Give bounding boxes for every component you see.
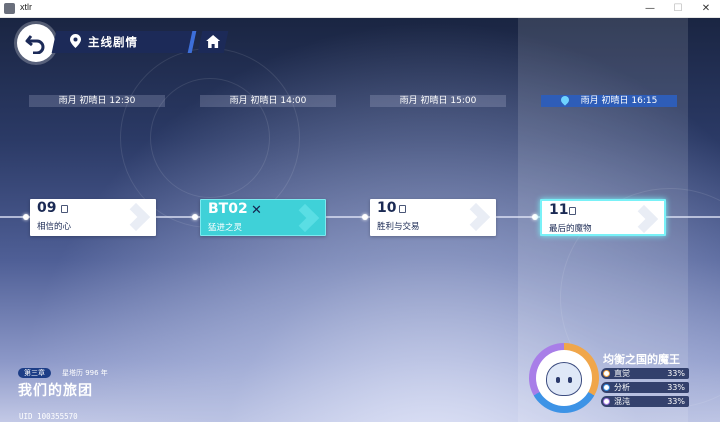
stage-name: 胜利与交易 xyxy=(377,222,420,232)
window-title: xtlr xyxy=(20,2,32,12)
stat-row-chaos: 混沌 33% xyxy=(601,396,689,407)
stage-number: BT02 xyxy=(208,201,248,217)
timeline-node xyxy=(532,214,538,220)
document-icon xyxy=(569,207,576,215)
chaos-icon xyxy=(603,398,610,405)
intuition-icon xyxy=(603,370,610,377)
minimize-button[interactable]: — xyxy=(636,0,664,18)
stage-card-09[interactable]: 09 相信的心 xyxy=(30,199,156,236)
home-button[interactable] xyxy=(197,31,229,53)
chevron-decoration xyxy=(290,203,320,233)
timeline-node xyxy=(362,214,368,220)
time-label-current: 雨月 初晴日 16:15 xyxy=(541,94,677,107)
chapter-year: 星塔历 996 年 xyxy=(62,369,108,377)
avatar-portrait xyxy=(536,350,592,406)
chapter-title: 我们的旅团 xyxy=(18,383,93,399)
character-face xyxy=(546,362,582,396)
stage-card-10[interactable]: 10 胜利与交易 xyxy=(370,199,496,236)
time-label: 雨月 初晴日 14:00 xyxy=(200,95,336,107)
stat-label: 直觉 xyxy=(614,369,630,378)
location-pin-icon xyxy=(70,34,81,48)
stage-name: 相信的心 xyxy=(37,222,72,232)
page-title: 主线剧情 xyxy=(88,35,138,49)
stat-value: 33% xyxy=(667,383,685,392)
analysis-icon xyxy=(603,384,610,391)
stat-label: 分析 xyxy=(614,383,630,392)
window-titlebar: xtlr — ☐ ✕ xyxy=(0,0,720,18)
eye xyxy=(568,377,572,383)
home-icon xyxy=(206,35,221,48)
chevron-decoration xyxy=(629,204,659,234)
battle-crossed-swords-icon: ✕ xyxy=(251,203,262,218)
chevron-decoration xyxy=(461,202,491,232)
stage-number: 09 xyxy=(37,200,57,216)
eye xyxy=(556,377,560,383)
chevron-decoration xyxy=(121,202,151,232)
stat-value: 33% xyxy=(667,397,685,406)
maximize-button[interactable]: ☐ xyxy=(664,0,692,18)
document-icon xyxy=(399,205,406,213)
timeline-node xyxy=(23,214,29,220)
stage-name: 最后的魔物 xyxy=(549,224,592,234)
story-map: 主线剧情 雨月 初晴日 12:30 雨月 初晴日 14:00 雨月 初晴日 15… xyxy=(0,18,720,422)
time-label: 雨月 初晴日 15:00 xyxy=(370,95,506,107)
back-arrow-icon xyxy=(25,35,45,54)
stat-label: 混沌 xyxy=(614,397,630,406)
document-icon xyxy=(61,205,68,213)
time-label: 雨月 初晴日 12:30 xyxy=(29,95,165,107)
stage-card-11[interactable]: 11 最后的魔物 xyxy=(540,199,666,236)
location-pin-icon xyxy=(558,94,571,106)
back-button[interactable] xyxy=(17,24,55,62)
boss-name: 均衡之国的魔王 xyxy=(603,353,680,366)
stage-name: 猛进之灵 xyxy=(208,223,243,233)
stage-number: 11 xyxy=(549,202,569,218)
stat-value: 33% xyxy=(667,369,685,378)
uid-label: UID 100355570 xyxy=(19,412,78,421)
stat-row-intuition: 直觉 33% xyxy=(601,368,689,379)
close-button[interactable]: ✕ xyxy=(692,0,720,18)
timeline-node xyxy=(192,214,198,220)
stage-number: 10 xyxy=(377,200,397,216)
chapter-badge: 第三章 xyxy=(18,368,51,378)
stat-row-analysis: 分析 33% xyxy=(601,382,689,393)
boss-avatar[interactable] xyxy=(529,343,599,413)
stage-card-bt02[interactable]: BT02 ✕ 猛进之灵 xyxy=(200,199,326,236)
app-icon xyxy=(4,3,15,14)
